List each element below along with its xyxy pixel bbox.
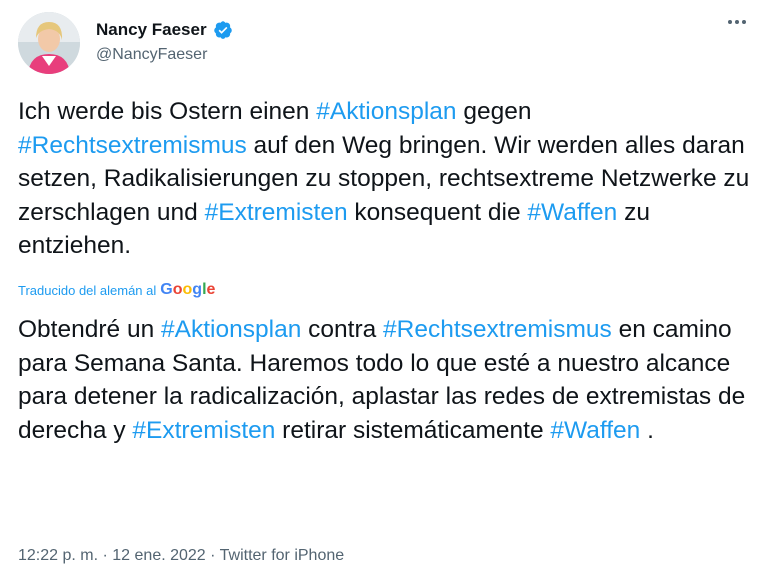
verified-badge-icon: [213, 21, 232, 39]
tweet-text-segment: retirar sistemáticamente: [275, 416, 551, 444]
translation-label: Traducido del alemán al: [18, 282, 157, 298]
tweet-text-segment: contra: [301, 316, 384, 343]
meta-separator: ·: [210, 547, 220, 564]
author-handle[interactable]: @NancyFaeser: [96, 46, 207, 64]
hashtag-link[interactable]: #Waffen: [527, 199, 617, 226]
hashtag-link[interactable]: #Aktionsplan: [161, 316, 301, 343]
tweet-text-original: Ich werde bis Ostern einen #Aktionsplan …: [18, 95, 754, 263]
tweet-text-translated: Obtendré un #Aktionsplan contra #Rechtse…: [18, 313, 754, 447]
translation-attribution: Traducido del alemán al Google: [18, 281, 215, 299]
hashtag-link[interactable]: #Extremisten: [132, 417, 275, 444]
tweet-date[interactable]: 12 ene. 2022: [112, 547, 205, 564]
meta-separator: ·: [102, 547, 113, 564]
avatar[interactable]: [18, 12, 80, 74]
hashtag-link[interactable]: #Aktionsplan: [316, 98, 456, 125]
google-logo-icon[interactable]: Google: [160, 281, 215, 299]
tweet-text-segment: Ich werde bis Ostern einen: [18, 98, 317, 125]
tweet-text-segment: konsequent die: [347, 198, 528, 226]
more-options-icon[interactable]: [728, 20, 746, 24]
tweet-text-segment: .: [640, 416, 654, 444]
hashtag-link[interactable]: #Rechtsextremismus: [18, 132, 247, 159]
tweet-text-segment: Obtendré un: [18, 316, 162, 343]
tweet-source[interactable]: Twitter for iPhone: [220, 547, 345, 564]
hashtag-link[interactable]: #Waffen: [550, 417, 640, 444]
hashtag-link[interactable]: #Extremisten: [205, 199, 348, 226]
tweet-time[interactable]: 12:22 p. m.: [18, 547, 98, 564]
avatar-photo-icon: [18, 12, 80, 74]
tweet-metadata: 12:22 p. m. · 12 ene. 2022 · Twitter for…: [18, 547, 344, 565]
hashtag-link[interactable]: #Rechtsextremismus: [383, 316, 612, 343]
tweet-header: Nancy Faeser @NancyFaeser: [18, 12, 758, 76]
tweet-text-segment: gegen: [456, 98, 532, 125]
author-display-name[interactable]: Nancy Faeser: [96, 20, 207, 40]
